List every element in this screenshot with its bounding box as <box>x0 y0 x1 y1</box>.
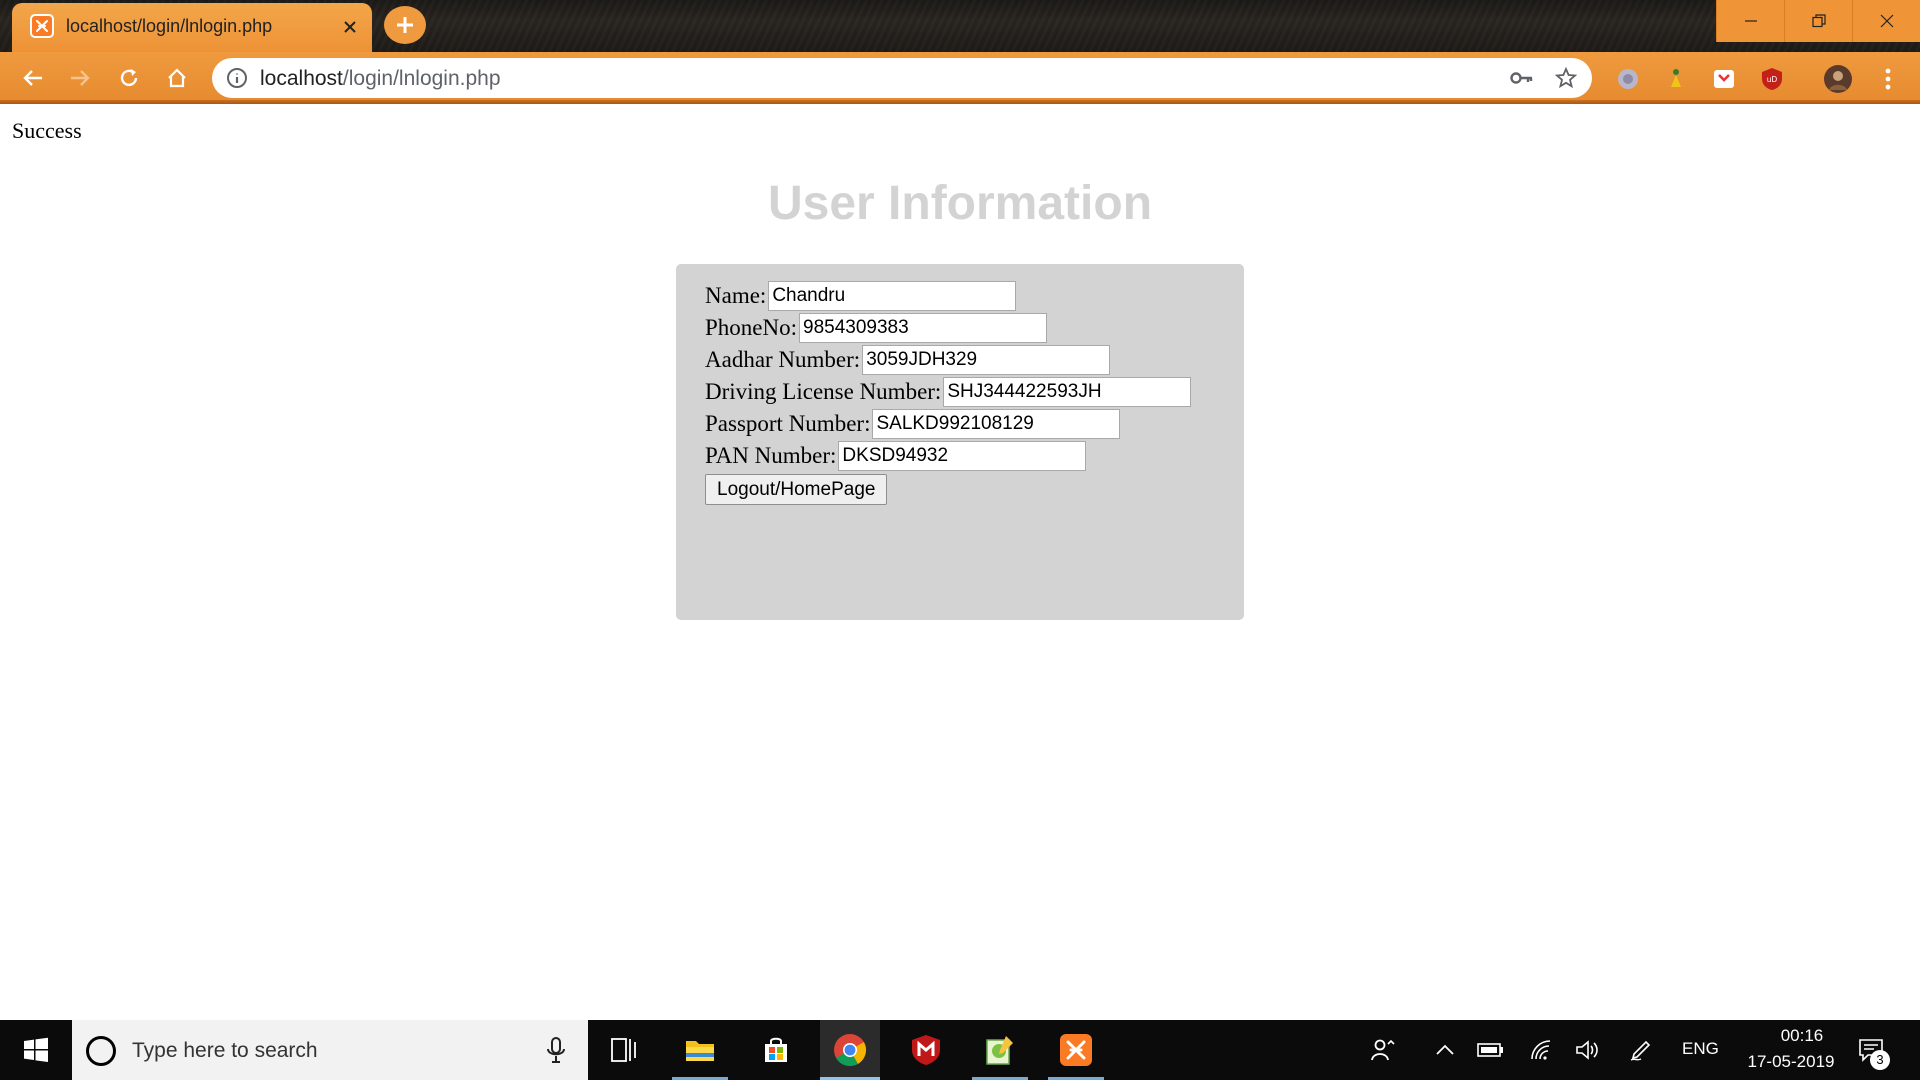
clock-time[interactable]: 00:16 <box>1760 1026 1844 1046</box>
phone-row: PhoneNo: <box>705 312 1047 344</box>
reload-button[interactable] <box>112 61 146 95</box>
notification-count-badge: 3 <box>1870 1050 1890 1070</box>
user-info-card: Name: PhoneNo: Aadhar Number: Driving Li… <box>676 264 1244 620</box>
aadhar-row: Aadhar Number: <box>705 344 1111 376</box>
cortana-icon <box>86 1036 116 1066</box>
name-input[interactable] <box>768 281 1017 311</box>
clock-date[interactable]: 17-05-2019 <box>1736 1052 1846 1072</box>
login-status-text: Success <box>12 118 82 143</box>
pen-workspace-icon[interactable] <box>1626 1036 1656 1064</box>
xampp-favicon-icon <box>30 14 54 38</box>
show-hidden-icons-chevron-icon[interactable] <box>1430 1036 1460 1064</box>
driving-license-input[interactable] <box>943 377 1192 407</box>
extension-figure-icon[interactable] <box>1662 65 1690 93</box>
restore-button[interactable] <box>1784 0 1852 42</box>
file-explorer-app[interactable] <box>670 1020 730 1080</box>
start-button[interactable] <box>0 1020 72 1080</box>
passport-row: Passport Number: <box>705 408 1121 440</box>
back-button[interactable] <box>16 61 50 95</box>
browser-tab-active[interactable]: localhost/login/lnlogin.php <box>12 3 372 52</box>
mcafee-app[interactable] <box>896 1020 956 1080</box>
window-controls <box>1716 0 1920 42</box>
passport-label: Passport Number: <box>705 411 871 436</box>
wifi-icon[interactable] <box>1526 1036 1556 1064</box>
chrome-app[interactable] <box>820 1020 880 1080</box>
site-info-icon[interactable] <box>226 67 248 89</box>
minimize-button[interactable] <box>1716 0 1784 42</box>
people-icon[interactable] <box>1368 1036 1398 1064</box>
ublock-origin-icon[interactable]: uD <box>1758 65 1786 93</box>
name-row: Name: <box>705 280 1017 312</box>
aadhar-input[interactable] <box>862 345 1111 375</box>
phone-input[interactable] <box>799 313 1047 343</box>
taskbar-search-box[interactable]: Type here to search <box>72 1020 588 1080</box>
microphone-icon[interactable] <box>544 1036 568 1064</box>
page-viewport: Success User Information Name: PhoneNo: … <box>0 104 1920 1020</box>
input-language-indicator[interactable]: ENG <box>1682 1039 1719 1059</box>
browser-toolbar: localhost/login/lnlogin.php uD <box>0 52 1920 104</box>
driving-license-label: Driving License Number: <box>705 379 942 404</box>
pan-label: PAN Number: <box>705 443 837 468</box>
passport-input[interactable] <box>872 409 1121 439</box>
driving-license-row: Driving License Number: <box>705 376 1192 408</box>
url-text: localhost/login/lnlogin.php <box>260 67 501 91</box>
home-button[interactable] <box>160 61 194 95</box>
chrome-menu-icon[interactable] <box>1874 65 1902 93</box>
windows-taskbar: Type here to search ENG 00:16 17-05-2019… <box>0 1020 1920 1080</box>
svg-text:uD: uD <box>1767 75 1777 84</box>
url-host: localhost <box>260 67 343 90</box>
close-tab-icon[interactable] <box>338 15 362 39</box>
url-path: /login/lnlogin.php <box>342 67 501 90</box>
tab-title: localhost/login/lnlogin.php <box>66 16 273 36</box>
microsoft-store-app[interactable] <box>746 1020 806 1080</box>
close-window-button[interactable] <box>1852 0 1920 42</box>
phone-label: PhoneNo: <box>705 315 797 340</box>
task-view-button[interactable] <box>594 1020 654 1080</box>
forward-button[interactable] <box>63 61 97 95</box>
name-label: Name: <box>705 283 767 308</box>
address-bar[interactable]: localhost/login/lnlogin.php <box>212 58 1592 98</box>
notepad-plus-plus-app[interactable] <box>970 1020 1030 1080</box>
bookmark-star-icon[interactable] <box>1554 66 1578 90</box>
profile-avatar-icon[interactable] <box>1824 65 1852 93</box>
extension-globe-icon[interactable] <box>1614 65 1642 93</box>
volume-icon[interactable] <box>1572 1036 1602 1064</box>
battery-icon[interactable] <box>1476 1036 1506 1064</box>
xampp-app[interactable] <box>1046 1020 1106 1080</box>
taskbar-search-placeholder: Type here to search <box>132 1039 318 1062</box>
aadhar-label: Aadhar Number: <box>705 347 861 372</box>
pan-row: PAN Number: <box>705 440 1087 472</box>
pan-input[interactable] <box>838 441 1087 471</box>
key-icon[interactable] <box>1510 66 1534 90</box>
new-tab-button[interactable] <box>384 6 426 44</box>
page-title: User Information <box>767 177 1153 230</box>
logout-homepage-button[interactable]: Logout/HomePage <box>705 474 888 505</box>
extension-pocket-icon[interactable] <box>1710 65 1738 93</box>
